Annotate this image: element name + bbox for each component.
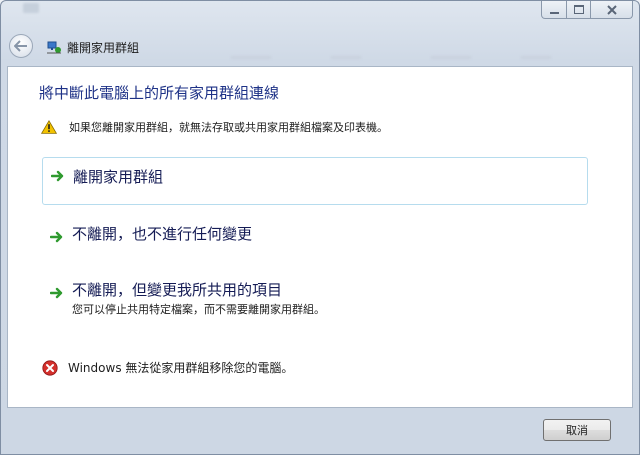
option-label: 離開家用群組 [73, 168, 164, 186]
close-button[interactable] [591, 1, 633, 19]
option-label: 不離開，但變更我所共用的項目 [72, 281, 283, 299]
error-icon [42, 359, 58, 376]
error-message: Windows 無法從家用群組移除您的電腦。 [42, 359, 293, 376]
nav-ghost-line-1 [231, 56, 271, 59]
back-button[interactable] [9, 34, 33, 58]
warning-message: 如果您離開家用群組，就無法存取或共用家用群組檔案及印表機。 [41, 119, 388, 135]
page-heading: 將中斷此電腦上的所有家用群組連線 [39, 84, 280, 102]
minimize-button[interactable] [541, 1, 567, 19]
option-no-change[interactable]: 不離開，也不進行任何變更 [42, 221, 588, 251]
nav-ghost-line-4 [521, 56, 551, 59]
dialog-footer: 取消 [1, 409, 639, 455]
homegroup-icon [47, 41, 61, 54]
option-leave-homegroup[interactable]: 離開家用群組 [42, 157, 588, 205]
nav-ghost-line-3 [431, 56, 471, 59]
error-text: Windows 無法從家用群組移除您的電腦。 [68, 361, 294, 375]
window-icon [23, 3, 39, 13]
nav-ghost-line-2 [331, 56, 361, 59]
option-description: 您可以停止共用特定檔案，而不需要離開家用群組。 [72, 303, 325, 316]
warning-text: 如果您離開家用群組，就無法存取或共用家用群組檔案及印表機。 [69, 121, 388, 134]
green-arrow-icon [50, 231, 63, 243]
maximize-button[interactable] [567, 1, 591, 19]
cancel-button[interactable]: 取消 [543, 419, 611, 441]
content-panel: 將中斷此電腦上的所有家用群組連線 如果您離開家用群組，就無法存取或共用家用群組檔… [7, 66, 633, 408]
back-arrow-icon [14, 40, 27, 52]
minimize-icon [549, 11, 559, 14]
title-bar[interactable] [1, 1, 639, 29]
dialog-window: 離開家用群組 將中斷此電腦上的所有家用群組連線 如果您離開家用群組，就無法存取或… [0, 0, 640, 455]
nav-title: 離開家用群組 [67, 41, 140, 55]
option-label: 不離開，也不進行任何變更 [72, 225, 253, 243]
green-arrow-icon [51, 170, 64, 182]
caption-buttons [541, 1, 633, 19]
close-icon [606, 4, 617, 15]
green-arrow-icon [50, 287, 63, 299]
option-change-sharing[interactable]: 不離開，但變更我所共用的項目 您可以停止共用特定檔案，而不需要離開家用群組。 [42, 277, 588, 321]
warning-icon [41, 120, 57, 134]
maximize-icon [573, 5, 584, 14]
navigation-bar: 離開家用群組 [1, 29, 639, 63]
